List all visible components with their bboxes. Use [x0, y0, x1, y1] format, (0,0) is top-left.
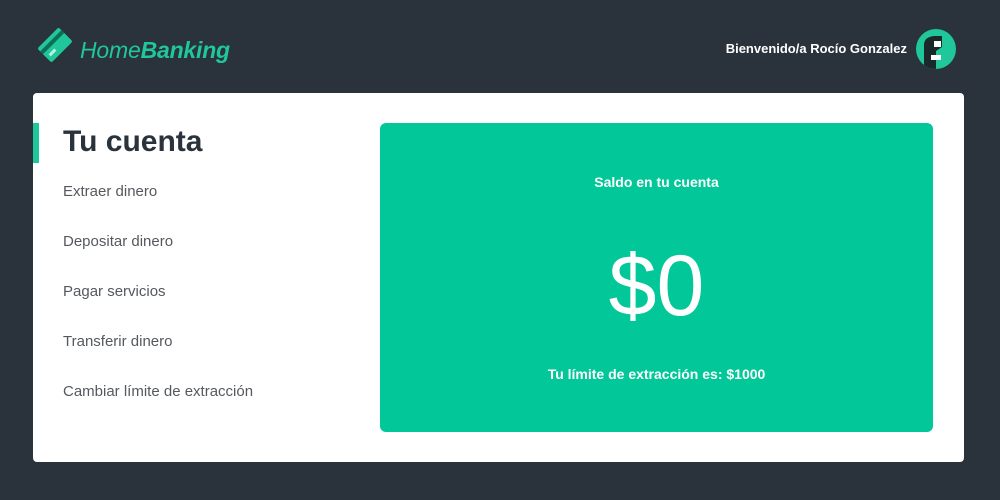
menu-item-pagar-servicios[interactable]: Pagar servicios — [63, 283, 253, 333]
menu-item-transferir-dinero[interactable]: Transferir dinero — [63, 333, 253, 383]
avatar-face-icon — [924, 36, 942, 69]
card-logo-icon — [38, 28, 72, 62]
menu-item-depositar-dinero[interactable]: Depositar dinero — [63, 233, 253, 283]
accent-bar — [33, 123, 39, 163]
extraction-limit-text: Tu límite de extracción es: $1000 — [547, 366, 766, 382]
user-avatar-icon[interactable] — [916, 29, 956, 69]
header: HomeBanking Bienvenido/a Rocío Gonzalez — [0, 0, 1000, 92]
brand-light: Home — [80, 36, 141, 63]
menu-item-cambiar-limite[interactable]: Cambiar límite de extracción — [63, 383, 253, 433]
menu-item-extraer-dinero[interactable]: Extraer dinero — [63, 183, 253, 233]
balance-amount: $0 — [608, 238, 705, 334]
brand-name: HomeBanking — [80, 37, 230, 64]
logo[interactable]: HomeBanking — [34, 24, 230, 66]
account-title: Tu cuenta — [63, 125, 203, 158]
brand-bold: Banking — [140, 36, 231, 63]
balance-panel: Saldo en tu cuenta $0 Tu límite de extra… — [380, 123, 933, 432]
account-card: Tu cuenta Extraer dinero Depositar diner… — [33, 93, 964, 462]
balance-label: Saldo en tu cuenta — [594, 174, 719, 190]
welcome-message: Bienvenido/a Rocío Gonzalez — [725, 41, 907, 56]
account-menu: Extraer dinero Depositar dinero Pagar se… — [63, 183, 253, 433]
